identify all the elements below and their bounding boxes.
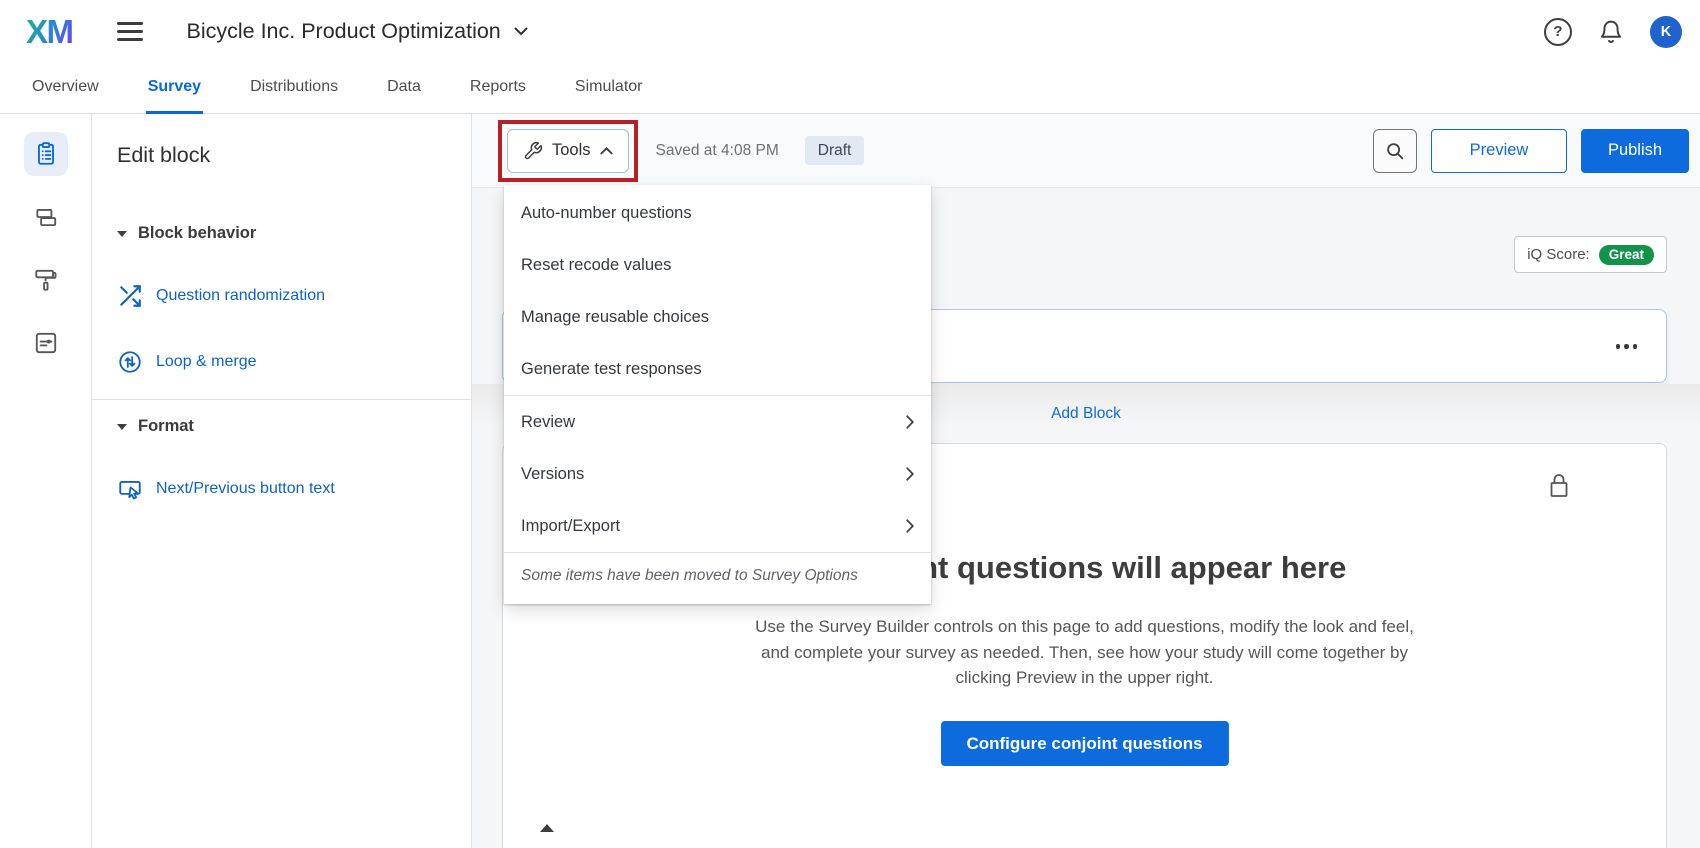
configure-conjoint-button[interactable]: Configure conjoint questions (940, 721, 1228, 766)
menu-item-review[interactable]: Review (504, 396, 931, 448)
survey-builder-main: Tools Saved at 4:08 PM Draft Preview Pub… (472, 114, 1700, 848)
search-button[interactable] (1373, 129, 1417, 173)
menu-item-reset-recode[interactable]: Reset recode values (504, 239, 931, 291)
chevron-right-icon (906, 519, 914, 533)
loop-icon (117, 349, 143, 375)
shuffle-icon (117, 283, 143, 309)
survey-flow-icon[interactable] (24, 195, 68, 239)
look-and-feel-icon[interactable] (24, 258, 68, 302)
wrench-icon (523, 141, 543, 161)
tab-overview[interactable]: Overview (30, 63, 101, 114)
add-block-button[interactable]: Add Block (1051, 405, 1121, 423)
iq-score-box[interactable]: iQ Score: Great (1514, 236, 1667, 273)
menu-note: Some items have been moved to Survey Opt… (504, 553, 931, 597)
notifications-bell-icon[interactable] (1598, 19, 1624, 45)
edit-block-panel: Edit block Block behavior Question rando… (92, 114, 472, 848)
panel-title: Edit block (117, 142, 447, 168)
block-options-icon[interactable] (1613, 341, 1641, 352)
menu-item-test-responses[interactable]: Generate test responses (504, 343, 931, 395)
menu-item-reusable-choices[interactable]: Manage reusable choices (504, 291, 931, 343)
conjoint-description: Use the Survey Builder controls on this … (725, 614, 1445, 691)
lock-icon (1547, 472, 1571, 500)
project-tabbar: Overview Survey Distributions Data Repor… (0, 63, 1700, 114)
search-icon (1384, 140, 1406, 162)
section-block-behavior[interactable]: Block behavior (117, 224, 447, 243)
help-icon[interactable]: ? (1544, 18, 1572, 46)
tab-simulator[interactable]: Simulator (573, 63, 645, 114)
project-title: Bicycle Inc. Product Optimization (187, 19, 501, 44)
tab-survey[interactable]: Survey (146, 63, 203, 114)
chevron-down-icon (514, 27, 528, 36)
next-previous-button-text-link[interactable]: Next/Previous button text (117, 476, 447, 502)
project-title-dropdown[interactable]: Bicycle Inc. Product Optimization (187, 19, 528, 44)
xm-logo: XM (26, 13, 73, 51)
caret-down-icon (117, 231, 127, 237)
menu-item-import-export[interactable]: Import/Export (504, 500, 931, 552)
chevron-right-icon (906, 415, 914, 429)
chevron-up-icon (600, 147, 613, 155)
tab-distributions[interactable]: Distributions (248, 63, 340, 114)
menu-item-versions[interactable]: Versions (504, 448, 931, 500)
panel-divider (92, 399, 471, 400)
button-cursor-icon (117, 476, 143, 502)
survey-builder-icon[interactable] (24, 132, 68, 176)
builder-icon-rail (0, 114, 92, 848)
draft-status-badge: Draft (805, 136, 865, 165)
section-format[interactable]: Format (117, 417, 447, 436)
builder-toolbar: Tools Saved at 4:08 PM Draft Preview Pub… (472, 114, 1700, 188)
survey-options-icon[interactable] (24, 321, 68, 365)
publish-button[interactable]: Publish (1581, 129, 1689, 173)
iq-score-badge: Great (1599, 245, 1654, 265)
tools-dropdown-menu: Auto-number questions Reset recode value… (504, 185, 931, 604)
caret-down-icon (117, 424, 127, 430)
tools-button[interactable]: Tools (507, 129, 629, 173)
app-header: XM Bicycle Inc. Product Optimization ? K (0, 0, 1700, 63)
loop-and-merge-link[interactable]: Loop & merge (117, 349, 447, 375)
user-avatar[interactable]: K (1650, 16, 1682, 48)
tools-highlight-annotation: Tools (498, 120, 638, 182)
chevron-right-icon (906, 467, 914, 481)
save-status: Saved at 4:08 PM (656, 142, 779, 160)
hamburger-menu-icon[interactable] (117, 17, 143, 46)
question-randomization-link[interactable]: Question randomization (117, 283, 447, 309)
preview-button[interactable]: Preview (1431, 129, 1567, 173)
tab-reports[interactable]: Reports (468, 63, 528, 114)
collapse-up-icon[interactable] (540, 824, 554, 832)
menu-item-auto-number[interactable]: Auto-number questions (504, 187, 931, 239)
tab-data[interactable]: Data (385, 63, 423, 114)
